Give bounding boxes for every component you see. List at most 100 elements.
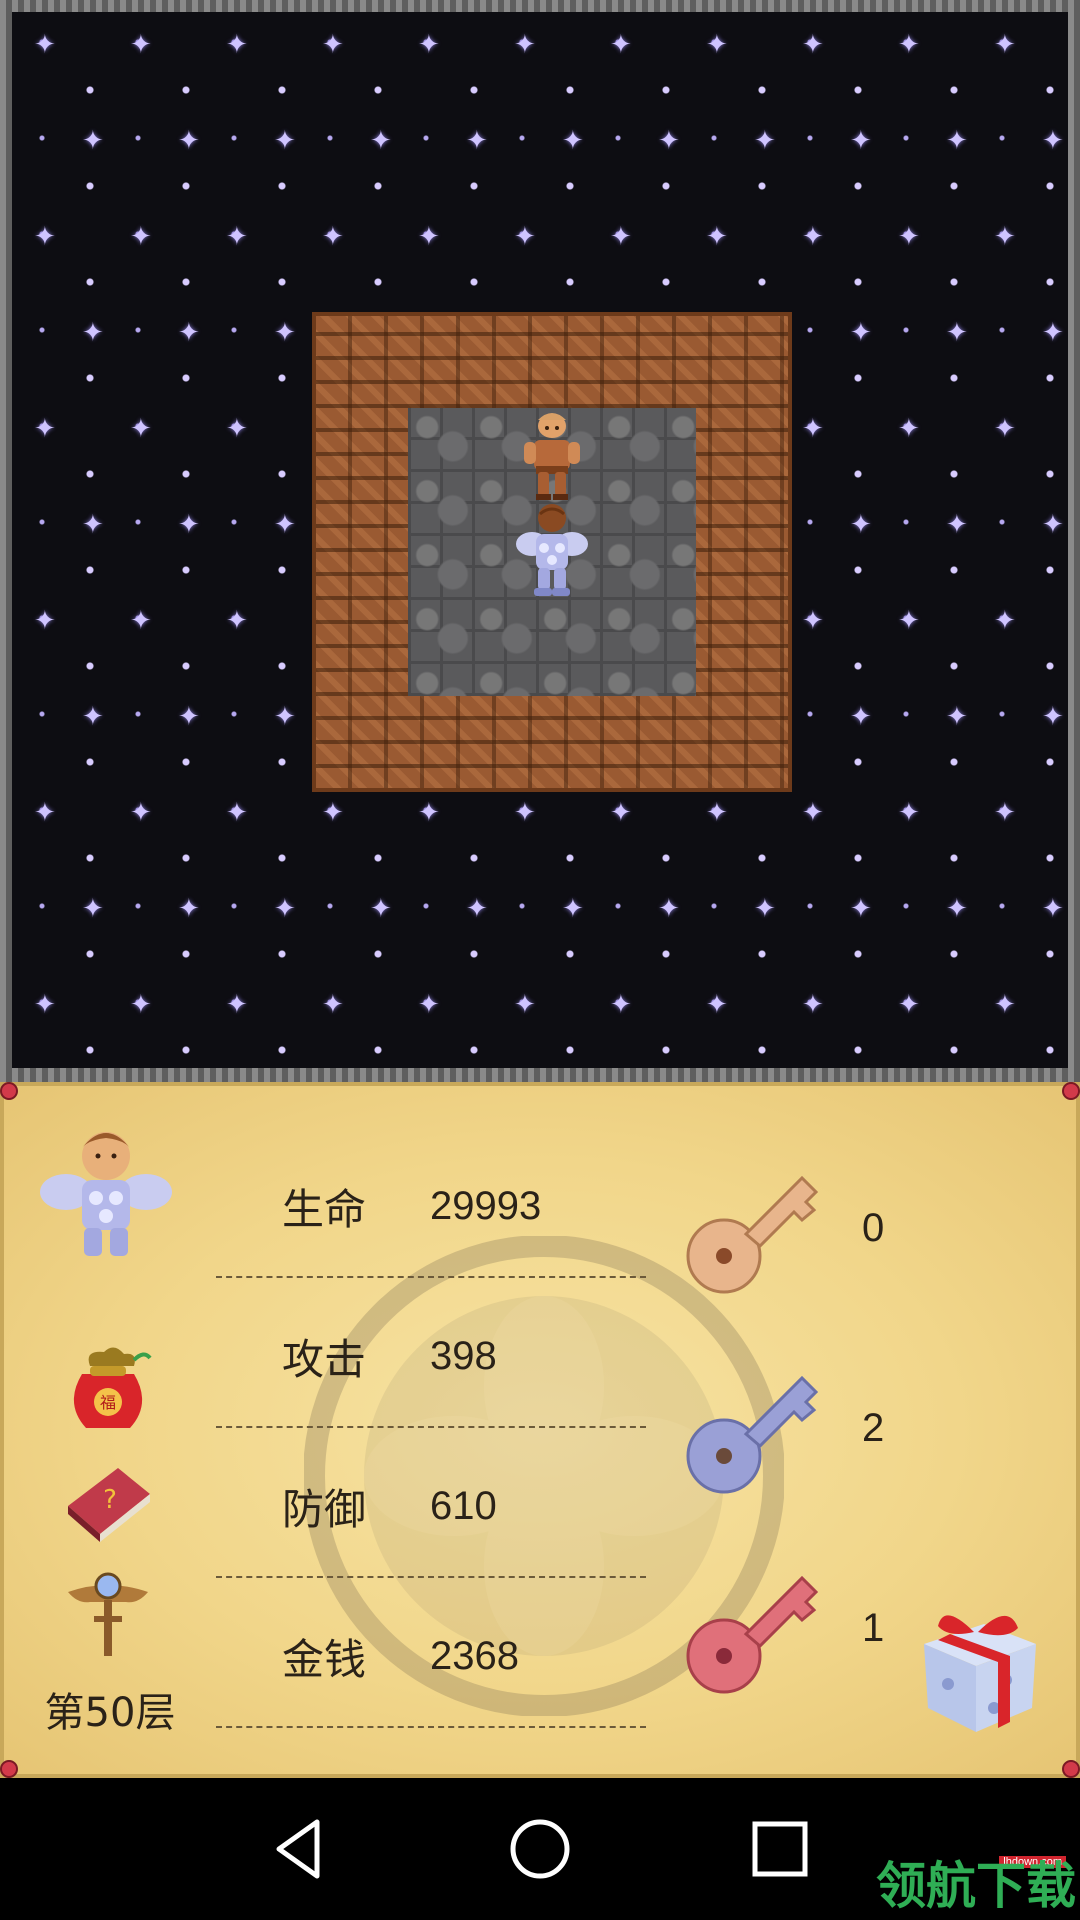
recents-icon[interactable] bbox=[745, 1814, 815, 1884]
star-sparkle: ✦ bbox=[34, 798, 56, 828]
hero-portrait-icon[interactable] bbox=[38, 1126, 174, 1266]
star-sparkle: ✦ bbox=[82, 126, 104, 156]
brick-wall-room bbox=[312, 312, 792, 792]
star-sparkle: ✦ bbox=[82, 318, 104, 348]
star-sparkle: ✦ bbox=[514, 990, 536, 1020]
star-sparkle: ✦ bbox=[418, 222, 440, 252]
star-sparkle: ✦ bbox=[418, 30, 440, 60]
gift-box-icon[interactable] bbox=[914, 1604, 1044, 1740]
star-sparkle: ✦ bbox=[1042, 126, 1064, 156]
star-sparkle: ✦ bbox=[946, 510, 968, 540]
star-sparkle: ✦ bbox=[514, 30, 536, 60]
star-sparkle: ✦ bbox=[418, 990, 440, 1020]
star-sparkle: ✦ bbox=[514, 798, 536, 828]
star-sparkle: ✦ bbox=[466, 894, 488, 924]
svg-text:?: ? bbox=[103, 1485, 117, 1515]
star-sparkle: ✦ bbox=[514, 222, 536, 252]
star-sparkle: ✦ bbox=[34, 222, 56, 252]
star-sparkle: ✦ bbox=[130, 606, 152, 636]
corner-gem bbox=[1062, 1082, 1080, 1100]
star-sparkle: ✦ bbox=[802, 30, 824, 60]
monster-book-icon[interactable]: ? bbox=[62, 1460, 154, 1546]
star-sparkle: ✦ bbox=[562, 894, 584, 924]
star-sparkle: ✦ bbox=[466, 126, 488, 156]
divider bbox=[216, 1576, 646, 1578]
star-sparkle: ✦ bbox=[1042, 894, 1064, 924]
star-sparkle: ✦ bbox=[1042, 702, 1064, 732]
star-sparkle: ✦ bbox=[802, 798, 824, 828]
star-sparkle: ✦ bbox=[994, 30, 1016, 60]
star-sparkle: ✦ bbox=[802, 222, 824, 252]
star-sparkle: ✦ bbox=[34, 606, 56, 636]
star-sparkle: ✦ bbox=[754, 894, 776, 924]
game-map[interactable]: ✦ ✦ ✦ ✦ ✦ ✦ ✦ ✦ ✦ ✦ ✦ ✦ ✦ ✦ ✦ ✦ ✦ ✦ ✦ ✦ ✦ ✦ ✦ ✦ ✦ ✦ ✦ ✦ ✦ ✦ ✦ ✦ ✦ ✦ ✦ ✦ ✦ ✦ ✦ ✦… bbox=[12, 12, 1068, 1068]
star-sparkle: ✦ bbox=[802, 990, 824, 1020]
yellow-key-count: 0 bbox=[862, 1206, 885, 1250]
attack-value: 398 bbox=[430, 1334, 497, 1378]
star-sparkle: ✦ bbox=[946, 702, 968, 732]
star-sparkle: ✦ bbox=[610, 222, 632, 252]
star-sparkle: ✦ bbox=[994, 990, 1016, 1020]
back-icon[interactable] bbox=[265, 1814, 335, 1884]
red-key-icon bbox=[686, 1575, 819, 1694]
star-sparkle: ✦ bbox=[274, 894, 296, 924]
star-sparkle: ✦ bbox=[658, 126, 680, 156]
hp-value: 29993 bbox=[430, 1184, 542, 1228]
star-sparkle: ✦ bbox=[130, 990, 152, 1020]
corner-gem bbox=[1062, 1760, 1080, 1778]
star-sparkle: ✦ bbox=[610, 30, 632, 60]
star-sparkle: ✦ bbox=[802, 414, 824, 444]
home-icon[interactable] bbox=[505, 1814, 575, 1884]
star-sparkle: ✦ bbox=[130, 222, 152, 252]
divider bbox=[216, 1276, 646, 1278]
star-sparkle: ✦ bbox=[850, 702, 872, 732]
hero-knight-sprite[interactable] bbox=[504, 504, 600, 600]
teleport-staff-icon[interactable] bbox=[64, 1570, 152, 1660]
star-sparkle: ✦ bbox=[226, 222, 248, 252]
yellow-key-icon bbox=[686, 1175, 819, 1294]
red-key-count: 1 bbox=[862, 1606, 885, 1650]
android-nav-bar: lhdown.com 领航下载 bbox=[0, 1778, 1080, 1920]
corner-gem bbox=[0, 1082, 18, 1100]
star-sparkle: ✦ bbox=[130, 414, 152, 444]
hp-label: 生命 bbox=[282, 1185, 367, 1234]
star-sparkle: ✦ bbox=[178, 894, 200, 924]
defense-label: 防御 bbox=[282, 1485, 367, 1534]
stone-floor bbox=[408, 408, 696, 696]
star-sparkle: ✦ bbox=[658, 894, 680, 924]
star-sparkle: ✦ bbox=[226, 30, 248, 60]
star-sparkle: ✦ bbox=[850, 510, 872, 540]
star-sparkle: ✦ bbox=[82, 510, 104, 540]
star-sparkle: ✦ bbox=[322, 222, 344, 252]
star-sparkle: ✦ bbox=[610, 798, 632, 828]
star-sparkle: ✦ bbox=[898, 414, 920, 444]
star-sparkle: ✦ bbox=[706, 798, 728, 828]
star-sparkle: ✦ bbox=[706, 990, 728, 1020]
npc-warrior-sprite[interactable] bbox=[504, 408, 600, 504]
star-sparkle: ✦ bbox=[850, 318, 872, 348]
star-sparkle: ✦ bbox=[226, 798, 248, 828]
lucky-bag-icon[interactable]: 福 bbox=[60, 1344, 156, 1434]
star-sparkle: ✦ bbox=[898, 606, 920, 636]
attack-label: 攻击 bbox=[282, 1335, 367, 1384]
star-sparkle: ✦ bbox=[226, 414, 248, 444]
star-sparkle: ✦ bbox=[1042, 510, 1064, 540]
star-sparkle: ✦ bbox=[994, 414, 1016, 444]
gold-label: 金钱 bbox=[282, 1635, 367, 1684]
defense-value: 610 bbox=[430, 1484, 497, 1528]
star-sparkle: ✦ bbox=[994, 222, 1016, 252]
star-sparkle: ✦ bbox=[850, 126, 872, 156]
star-sparkle: ✦ bbox=[994, 606, 1016, 636]
star-sparkle: ✦ bbox=[274, 702, 296, 732]
watermark-logo: 领航下载 bbox=[876, 1857, 1076, 1915]
star-sparkle: ✦ bbox=[274, 510, 296, 540]
star-sparkle: ✦ bbox=[898, 30, 920, 60]
game-map-frame: ✦ ✦ ✦ ✦ ✦ ✦ ✦ ✦ ✦ ✦ ✦ ✦ ✦ ✦ ✦ ✦ ✦ ✦ ✦ ✦ ✦ ✦ ✦ ✦ ✦ ✦ ✦ ✦ ✦ ✦ ✦ ✦ ✦ ✦ ✦ ✦ ✦ ✦ ✦ ✦… bbox=[0, 0, 1080, 1080]
divider bbox=[216, 1426, 646, 1428]
star-sparkle: ✦ bbox=[1042, 318, 1064, 348]
corner-gem bbox=[0, 1760, 18, 1778]
divider bbox=[216, 1726, 646, 1728]
star-sparkle: ✦ bbox=[706, 30, 728, 60]
star-sparkle: ✦ bbox=[946, 894, 968, 924]
star-sparkle: ✦ bbox=[370, 894, 392, 924]
